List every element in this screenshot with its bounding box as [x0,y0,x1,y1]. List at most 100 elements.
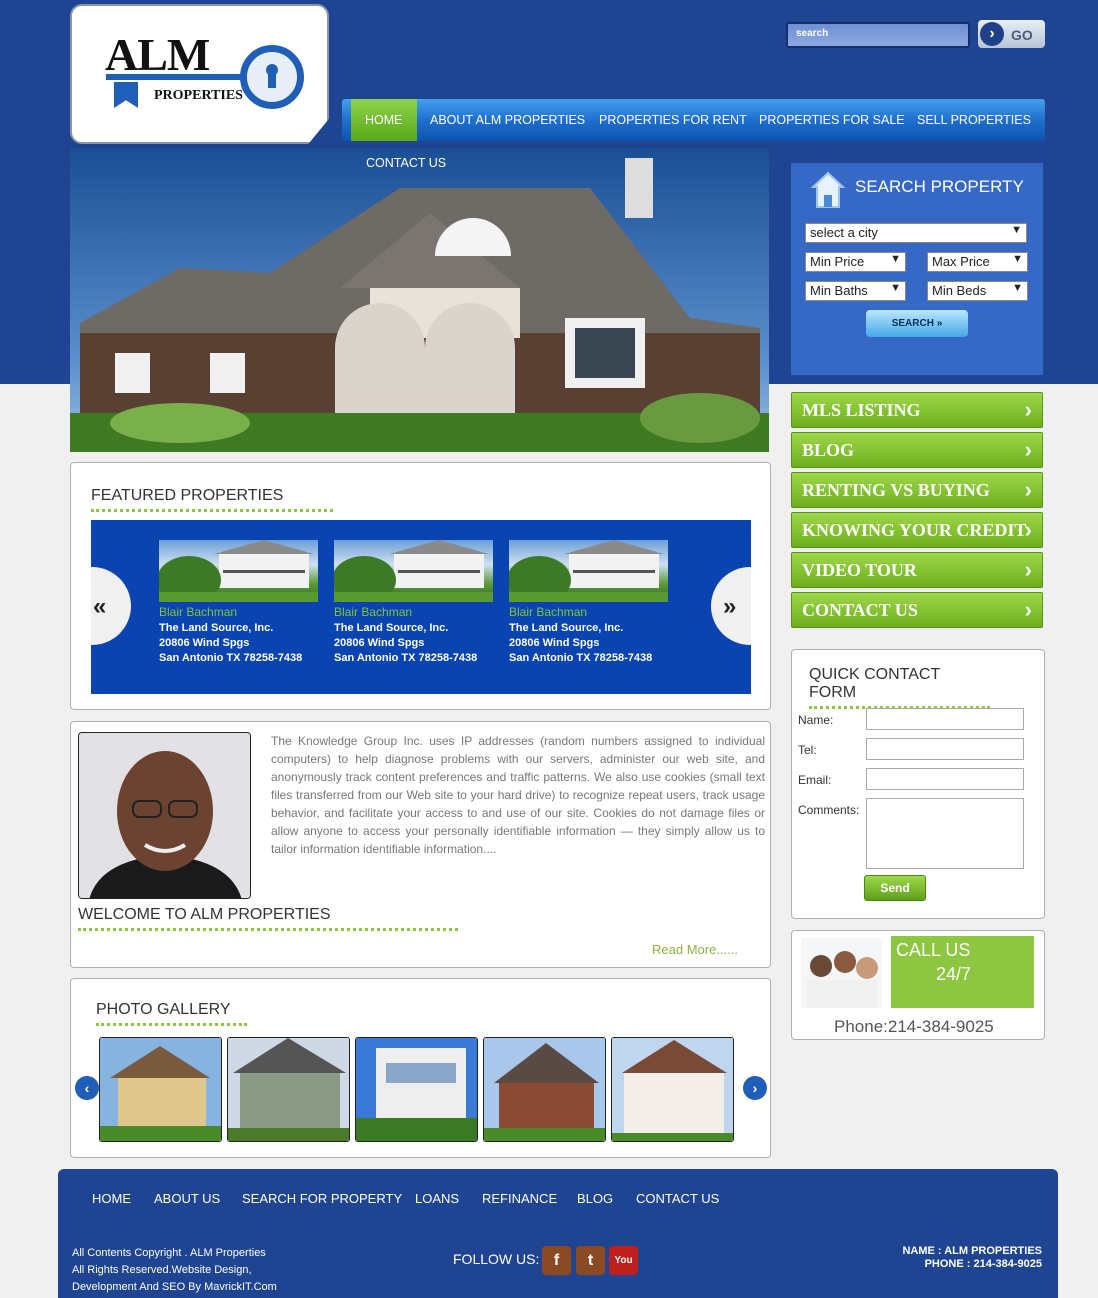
support-team-image [801,938,882,1008]
property-city: San Antonio TX 78258-7438 [509,652,653,664]
welcome-panel: The Knowledge Group Inc. uses IP address… [70,721,771,968]
gallery-photo[interactable] [611,1037,734,1142]
nav-home[interactable]: HOME [351,99,417,141]
go-button[interactable]: › GO [978,20,1045,48]
footer: HOME ABOUT US SEARCH FOR PROPERTY LOANS … [58,1169,1058,1298]
carousel-next-button[interactable]: » [711,567,751,645]
side-label: RENTING VS BUYING [802,480,990,500]
agent-portrait [78,732,251,899]
gallery-photo[interactable] [99,1037,222,1142]
city-select[interactable]: select a city ▼ [805,223,1027,243]
chevron-right-icon: › [980,22,1004,46]
gallery-next-button[interactable]: › [743,1076,767,1100]
main-nav: HOME ABOUT ALM PROPERTIES PROPERTIES FOR… [342,99,1045,141]
min-price-select[interactable]: Min Price ▼ [805,252,906,272]
tel-field[interactable] [866,738,1024,760]
featured-card[interactable]: Blair Bachman The Land Source, Inc. 2080… [509,540,668,664]
max-price-value: Max Price [932,254,990,269]
gallery-photo[interactable] [355,1037,478,1142]
twitter-icon[interactable]: t [576,1246,605,1275]
side-renting-vs-buying[interactable]: RENTING VS BUYING › [791,472,1043,508]
chevron-right-icon: › [1024,477,1032,502]
phone-number: Phone:214-384-9025 [834,1017,994,1036]
nav-contact[interactable]: CONTACT US [366,156,446,170]
footer-nav-about[interactable]: ABOUT US [154,1191,220,1206]
copyright-line: All Contents Copyright . ALM Properties [72,1247,266,1259]
top-search-input[interactable]: search [786,22,970,48]
nav-sale[interactable]: PROPERTIES FOR SALE [759,99,905,141]
arrow-left-icon: ‹ [84,1080,90,1096]
featured-title: FEATURED PROPERTIES [91,487,333,512]
footer-nav-search[interactable]: SEARCH FOR PROPERTY [242,1191,402,1206]
search-property-panel: SEARCH PROPERTY select a city ▼ Min Price… [791,163,1043,375]
copyright-line: All Rights Reserved.Website Design, [72,1264,252,1276]
city-select-value: select a city [810,225,878,240]
property-city: San Antonio TX 78258-7438 [159,652,303,664]
youtube-icon[interactable]: You [609,1246,638,1275]
featured-card[interactable]: Blair Bachman The Land Source, Inc. 2080… [159,540,318,664]
min-price-value: Min Price [810,254,865,269]
welcome-title: WELCOME TO ALM PROPERTIES [78,906,458,931]
footer-nav-contact[interactable]: CONTACT US [636,1191,719,1206]
footer-nav-home[interactable]: HOME [92,1191,131,1206]
agent-company: The Land Source, Inc. [509,622,624,634]
gallery-photo[interactable] [227,1037,350,1142]
nav-sell[interactable]: SELL PROPERTIES [917,99,1031,141]
property-street: 20806 Wind Spgs [334,637,425,649]
search-property-title: SEARCH PROPERTY [855,177,1024,196]
side-video-tour[interactable]: VIDEO TOUR › [791,552,1043,588]
side-knowing-credit[interactable]: KNOWING YOUR CREDIT › [791,512,1043,548]
logo-key-tooth [114,82,138,108]
nav-rent[interactable]: PROPERTIES FOR RENT [599,99,747,141]
search-property-button[interactable]: SEARCH » [866,310,968,337]
comments-field[interactable] [866,798,1024,869]
min-baths-value: Min Baths [810,283,868,298]
side-blog[interactable]: BLOG › [791,432,1043,468]
logo-alm-text: ALM [105,29,210,80]
chevron-down-icon: ▼ [1011,224,1022,236]
agent-company: The Land Source, Inc. [334,622,449,634]
name-label: Name: [798,713,834,727]
side-contact-us[interactable]: CONTACT US › [791,592,1043,628]
read-more-link[interactable]: Read More...... [652,942,738,957]
site-logo[interactable]: ALM PROPERTIES [70,4,329,144]
chevron-down-icon: ▼ [890,253,901,265]
property-city: San Antonio TX 78258-7438 [334,652,478,664]
name-field[interactable] [866,708,1024,730]
min-baths-select[interactable]: Min Baths ▼ [805,281,906,301]
property-photo [509,540,668,602]
min-beds-select[interactable]: Min Beds ▼ [927,281,1028,301]
chevron-right-icon: › [1024,517,1032,542]
property-street: 20806 Wind Spgs [509,637,600,649]
agent-name: Blair Bachman [159,605,238,619]
facebook-icon[interactable]: f [542,1246,571,1275]
copyright-line: Development And SEO By MavrickIT.Com [72,1281,277,1293]
keyhole-icon [240,45,304,109]
email-field[interactable] [866,768,1024,790]
agent-company: The Land Source, Inc. [159,622,274,634]
footer-phone: PHONE : 214-384-9025 [924,1258,1042,1270]
footer-nav-blog[interactable]: BLOG [577,1191,613,1206]
photo-gallery-panel: PHOTO GALLERY ‹ › [70,978,771,1158]
property-photo [334,540,493,602]
carousel-prev-button[interactable]: « [91,567,131,645]
gallery-prev-button[interactable]: ‹ [75,1076,99,1100]
footer-nav-refinance[interactable]: REFINANCE [482,1191,557,1206]
side-label: MLS LISTING [802,400,921,420]
comments-label: Comments: [798,803,860,817]
featured-card[interactable]: Blair Bachman The Land Source, Inc. 2080… [334,540,493,664]
max-price-select[interactable]: Max Price ▼ [927,252,1028,272]
nav-about[interactable]: ABOUT ALM PROPERTIES [430,99,585,141]
double-chevron-icon: » [936,318,943,329]
hero-house-image [70,148,769,452]
footer-contact-info: NAME : ALM PROPERTIES PHONE : 214-384-90… [902,1245,1042,1271]
tel-label: Tel: [798,743,817,757]
side-mls-listing[interactable]: MLS LISTING › [791,392,1043,428]
gallery-title: PHOTO GALLERY [96,1001,247,1026]
property-street: 20806 Wind Spgs [159,637,250,649]
gallery-photo[interactable] [483,1037,606,1142]
go-label: GO [1011,27,1033,43]
send-button[interactable]: Send [864,875,926,901]
chevron-down-icon: ▼ [1012,253,1023,265]
footer-nav-loans[interactable]: LOANS [415,1191,459,1206]
